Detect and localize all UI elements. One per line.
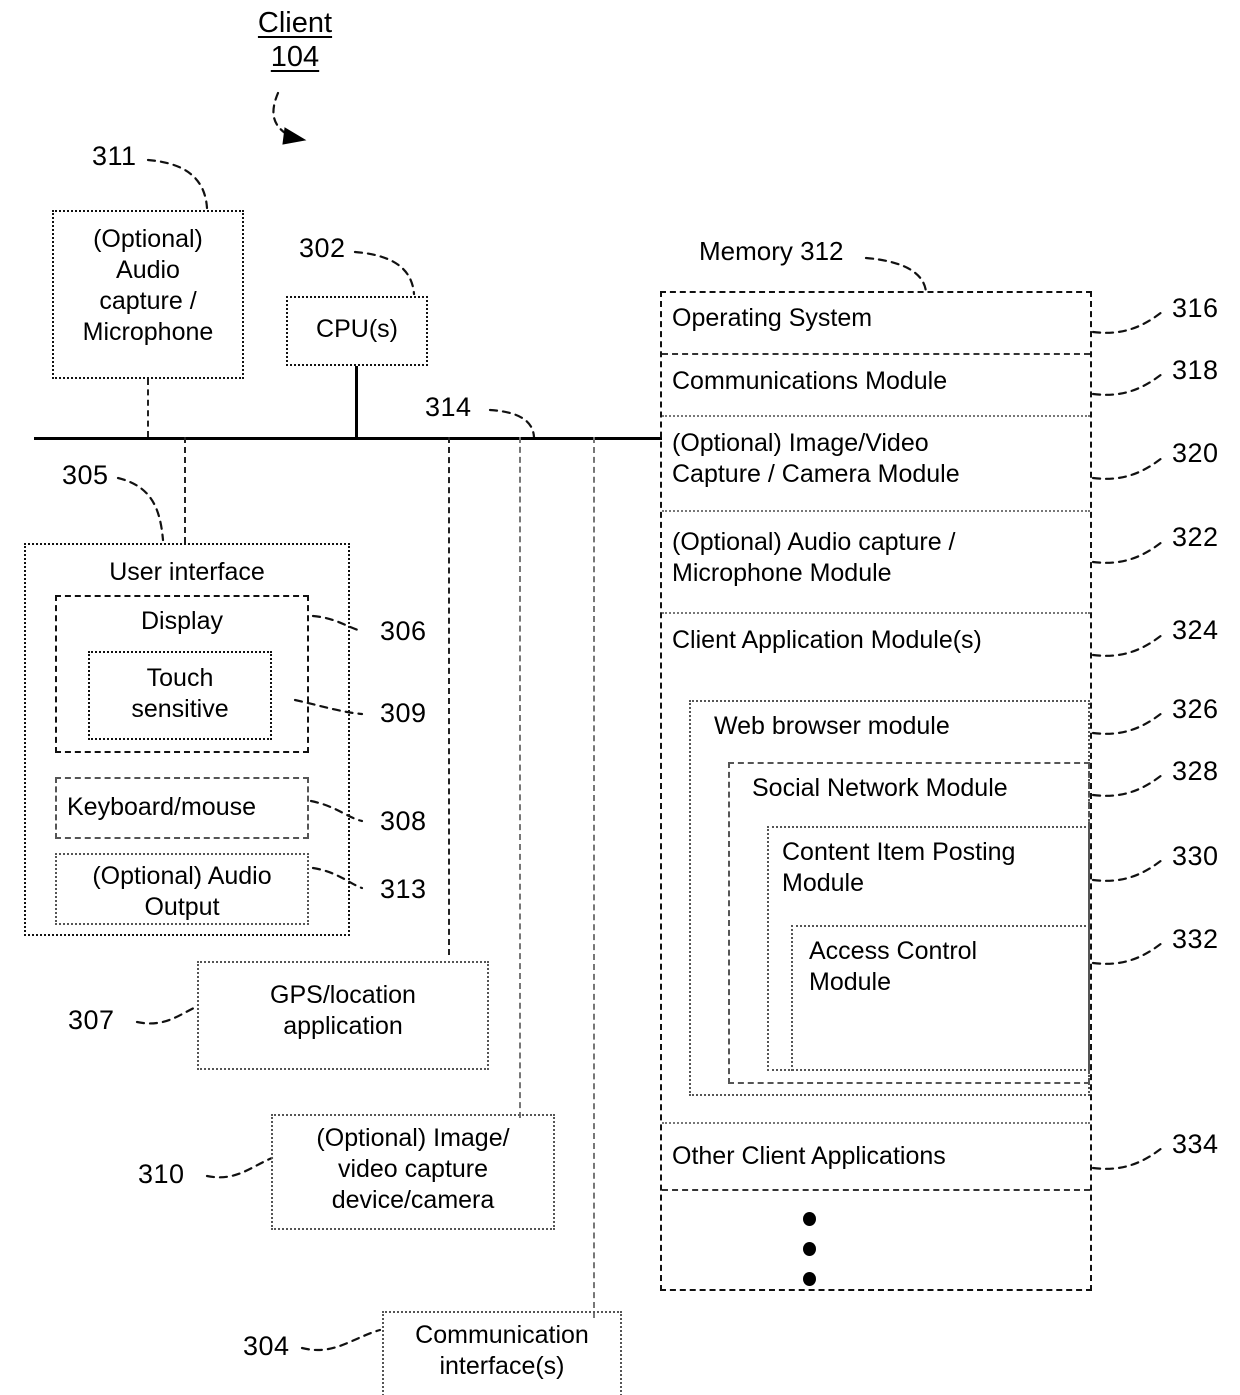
cpu-label: CPU(s) — [316, 315, 398, 343]
display-label: Display — [141, 607, 223, 635]
social-network-module-label: Social Network Module — [752, 774, 1008, 802]
memory-row-audio-capture-module: (Optional) Audio capture / Microphone Mo… — [672, 528, 956, 587]
connector-bus-to-communication-interface — [593, 437, 595, 1318]
access-control-module-label: Access Control Module — [809, 937, 978, 996]
ref-302: 302 — [299, 233, 346, 263]
audio-output-label: (Optional) Audio Output — [92, 862, 272, 921]
ellipsis-dot-2 — [803, 1242, 816, 1256]
content-item-posting-module-label: Content Item Posting Module — [782, 838, 1016, 897]
connector-microphone-to-bus — [147, 379, 149, 437]
connector-bus-to-image-capture — [519, 437, 521, 1118]
connector-bus-to-user-interface — [184, 437, 186, 543]
audio-capture-microphone-label: (Optional) Audio capture / Microphone — [82, 225, 214, 346]
memory-row-client-application-modules: Client Application Module(s) — [672, 626, 982, 654]
ref-308: 308 — [380, 806, 427, 836]
ref-320: 320 — [1172, 438, 1219, 468]
ref-313: 313 — [380, 874, 427, 904]
keyboard-mouse-label: Keyboard/mouse — [67, 793, 257, 821]
ref-328: 328 — [1172, 756, 1219, 786]
ref-314: 314 — [425, 392, 472, 422]
ref-318: 318 — [1172, 355, 1219, 385]
ref-330: 330 — [1172, 841, 1219, 871]
system-bus-line — [34, 437, 662, 440]
memory-row-separator-5 — [662, 1122, 1090, 1124]
cpu-box: CPU(s) — [286, 296, 428, 366]
touch-sensitive-label: Touch sensitive — [131, 664, 229, 723]
ref-326: 326 — [1172, 694, 1219, 724]
ref-334: 334 — [1172, 1129, 1219, 1159]
ref-324: 324 — [1172, 615, 1219, 645]
connector-cpu-to-bus — [355, 366, 358, 437]
communication-interface-box: Communication interface(s) — [382, 1311, 622, 1395]
web-browser-module-label: Web browser module — [714, 712, 950, 740]
figure-title-ref: 104 — [270, 41, 320, 73]
image-video-capture-device-label: (Optional) Image/ video capture device/c… — [316, 1124, 510, 1214]
memory-row-communications-module: Communications Module — [672, 367, 948, 395]
memory-row-separator-6 — [662, 1189, 1090, 1191]
memory-row-separator-1 — [662, 353, 1090, 355]
image-video-capture-device-box: (Optional) Image/ video capture device/c… — [271, 1114, 555, 1230]
memory-row-separator-3 — [662, 510, 1090, 512]
figure-title-client: Client — [257, 7, 333, 39]
ref-332: 332 — [1172, 924, 1219, 954]
title-arrowhead — [282, 127, 307, 145]
ellipsis-dot-3 — [803, 1272, 816, 1286]
memory-row-other-client-applications: Other Client Applications — [672, 1142, 946, 1170]
patent-figure-client-architecture: Client 104 311 302 314 305 306 309 308 3… — [0, 0, 1240, 1395]
audio-capture-microphone-box: (Optional) Audio capture / Microphone — [52, 210, 244, 379]
memory-row-separator-2 — [662, 415, 1090, 417]
ref-309: 309 — [380, 698, 427, 728]
user-interface-label: User interface — [109, 558, 265, 586]
audio-output-box: (Optional) Audio Output — [55, 853, 309, 925]
memory-heading: Memory 312 — [699, 236, 844, 266]
gps-location-application-label: GPS/location application — [270, 981, 416, 1040]
ref-322: 322 — [1172, 522, 1219, 552]
touch-sensitive-box: Touch sensitive — [88, 651, 272, 740]
memory-row-image-video-capture-module: (Optional) Image/Video Capture / Camera … — [672, 429, 960, 488]
ref-306: 306 — [380, 616, 427, 646]
memory-row-separator-4 — [662, 612, 1090, 614]
gps-location-application-box: GPS/location application — [197, 961, 489, 1070]
ref-304: 304 — [243, 1331, 290, 1361]
keyboard-mouse-box: Keyboard/mouse — [55, 777, 309, 839]
communication-interface-label: Communication interface(s) — [415, 1321, 589, 1380]
connector-bus-to-gps — [448, 437, 450, 955]
ref-311: 311 — [92, 141, 137, 171]
ref-307: 307 — [68, 1005, 115, 1035]
ref-305: 305 — [62, 460, 109, 490]
memory-row-operating-system: Operating System — [672, 304, 873, 332]
ref-316: 316 — [1172, 293, 1219, 323]
access-control-module-box: Access Control Module — [791, 925, 1090, 1071]
ref-310: 310 — [138, 1159, 185, 1189]
ellipsis-dot-1 — [803, 1212, 816, 1226]
